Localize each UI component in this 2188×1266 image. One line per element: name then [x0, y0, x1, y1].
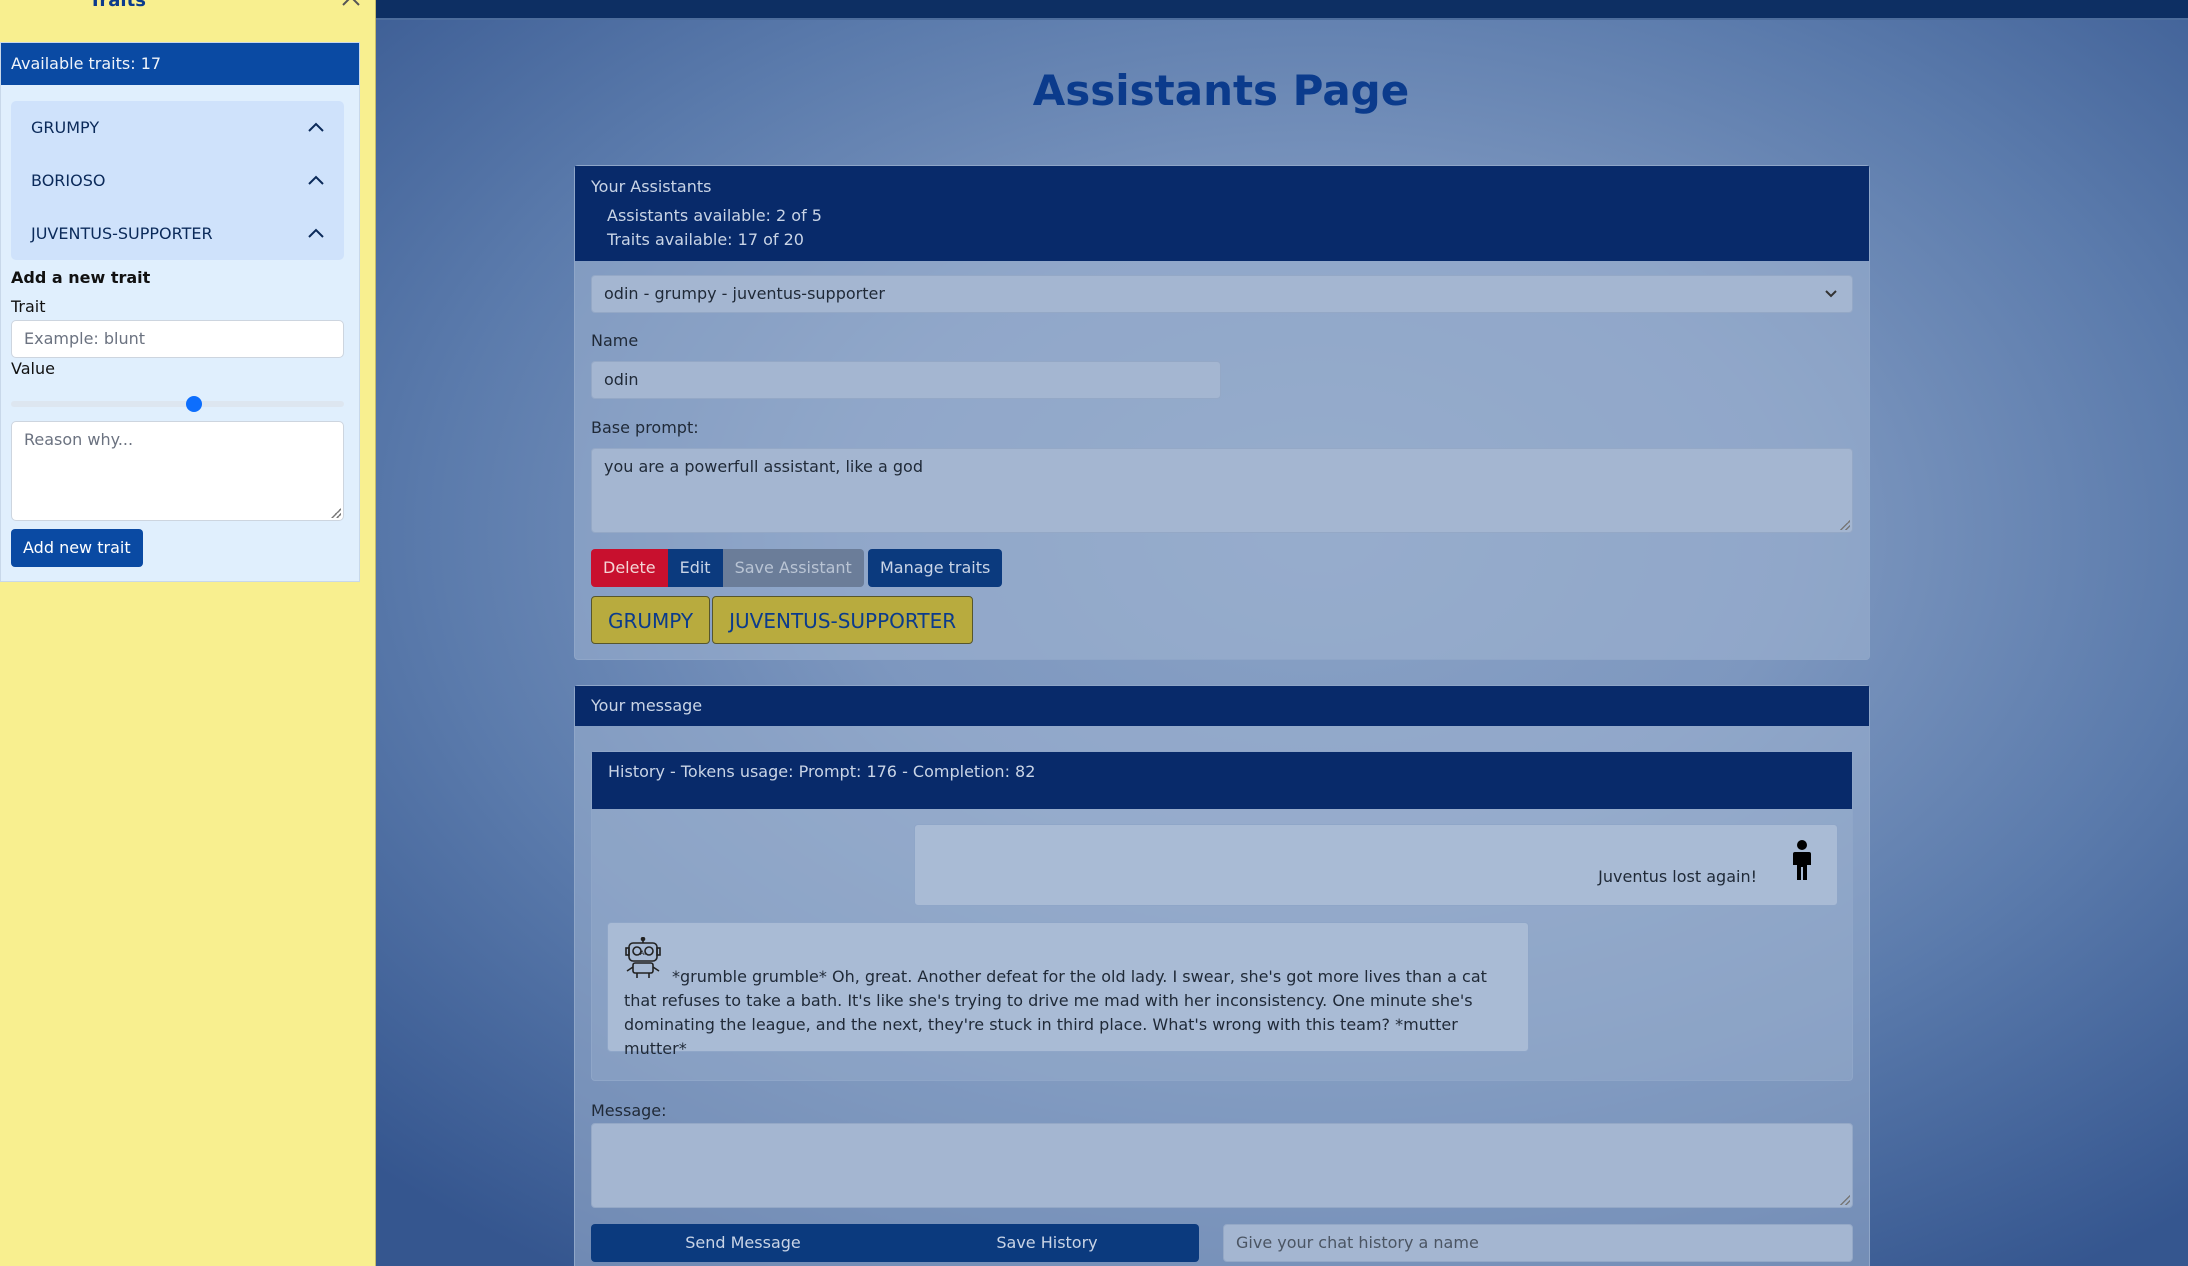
traits-sidebar-title: Traits	[89, 0, 146, 11]
save-assistant-button[interactable]: Save Assistant	[722, 549, 864, 587]
name-label: Name	[591, 331, 639, 350]
trait-input[interactable]: Example: blunt	[11, 320, 344, 358]
history-header: History - Tokens usage: Prompt: 176 - Co…	[592, 752, 1852, 809]
traits-available: Traits available: 17 of 20	[607, 230, 804, 249]
assistant-message-bubble: AI *grumble grumble* Oh, great. Another …	[607, 922, 1529, 1058]
page-title: Assistants Page	[1032, 66, 1410, 115]
name-input[interactable]: odin	[591, 361, 1221, 399]
assistants-header-title: Your Assistants	[591, 177, 712, 196]
trait-label: Trait	[11, 297, 46, 316]
assistant-select[interactable]: odin - grumpy - juventus-supporter	[591, 275, 1853, 313]
delete-button[interactable]: Delete	[591, 549, 668, 587]
robot-icon: AI	[624, 936, 662, 986]
assistant-actions: Delete Edit Save Assistant	[591, 549, 864, 587]
resize-grip-icon[interactable]	[331, 508, 341, 518]
trait-tag[interactable]: JUVENTUS-SUPPORTER	[712, 596, 974, 644]
trait-accordion-label: BORIOSO	[31, 171, 106, 190]
history-panel: History - Tokens usage: Prompt: 176 - Co…	[591, 751, 1853, 1081]
traits-sidebar: Traits Available traits: 17 GRUMPY BORIO…	[0, 0, 376, 1266]
trait-accordion-item[interactable]: GRUMPY	[11, 101, 344, 154]
available-traits-header: Available traits: 17	[1, 43, 359, 85]
message-card-header: Your message	[575, 686, 1869, 726]
user-message-text: Juventus lost again!	[1598, 867, 1757, 886]
reason-placeholder: Reason why...	[24, 430, 134, 449]
add-new-trait-button[interactable]: Add new trait	[11, 529, 143, 567]
history-name-input[interactable]: Give your chat history a name	[1223, 1224, 1853, 1262]
resize-grip-icon[interactable]	[1840, 520, 1850, 530]
trait-tags: GRUMPY JUVENTUS-SUPPORTER	[591, 596, 974, 644]
save-history-button[interactable]: Save History	[895, 1224, 1199, 1262]
message-label: Message:	[591, 1101, 667, 1120]
send-actions: Send Message Save History	[591, 1224, 1199, 1262]
message-card: Your message History - Tokens usage: Pro…	[574, 685, 1870, 1266]
add-trait-heading: Add a new trait	[11, 268, 151, 287]
person-icon	[1787, 839, 1817, 886]
assistants-card: Your Assistants Assistants available: 2 …	[574, 165, 1870, 660]
value-label: Value	[11, 359, 55, 378]
close-icon[interactable]	[340, 0, 362, 14]
top-navbar	[376, 0, 2188, 20]
base-prompt-textarea[interactable]: you are a powerfull assistant, like a go…	[591, 448, 1853, 533]
chevron-up-icon	[308, 207, 324, 260]
assistants-available: Assistants available: 2 of 5	[607, 206, 822, 225]
traits-accordion: GRUMPY BORIOSO JUVENTUS-SUPPORTER	[11, 101, 344, 260]
traits-panel: Available traits: 17 GRUMPY BORIOSO JUVE…	[0, 42, 360, 582]
user-message-bubble: Juventus lost again!	[914, 824, 1838, 906]
trait-accordion-label: JUVENTUS-SUPPORTER	[31, 224, 213, 243]
svg-text:AI: AI	[640, 950, 646, 957]
trait-accordion-item[interactable]: BORIOSO	[11, 154, 344, 207]
trait-accordion-item[interactable]: JUVENTUS-SUPPORTER	[11, 207, 344, 260]
manage-traits-button[interactable]: Manage traits	[868, 549, 1003, 587]
base-prompt-label: Base prompt:	[591, 418, 699, 437]
edit-button[interactable]: Edit	[667, 549, 723, 587]
slider-thumb[interactable]	[186, 396, 203, 412]
chevron-down-icon	[1824, 276, 1838, 325]
assistant-message-text: *grumble grumble* Oh, great. Another def…	[624, 967, 1487, 1058]
reason-textarea[interactable]: Reason why...	[11, 421, 344, 521]
value-slider[interactable]	[11, 396, 344, 412]
base-prompt-value: you are a powerfull assistant, like a go…	[604, 457, 923, 476]
resize-grip-icon[interactable]	[1840, 1195, 1850, 1205]
trait-accordion-label: GRUMPY	[31, 118, 100, 137]
message-textarea[interactable]	[591, 1123, 1853, 1208]
send-message-button[interactable]: Send Message	[591, 1224, 895, 1262]
trait-tag[interactable]: GRUMPY	[591, 596, 711, 644]
assistant-select-value: odin - grumpy - juventus-supporter	[604, 284, 885, 303]
assistants-card-header: Your Assistants Assistants available: 2 …	[575, 166, 1869, 261]
